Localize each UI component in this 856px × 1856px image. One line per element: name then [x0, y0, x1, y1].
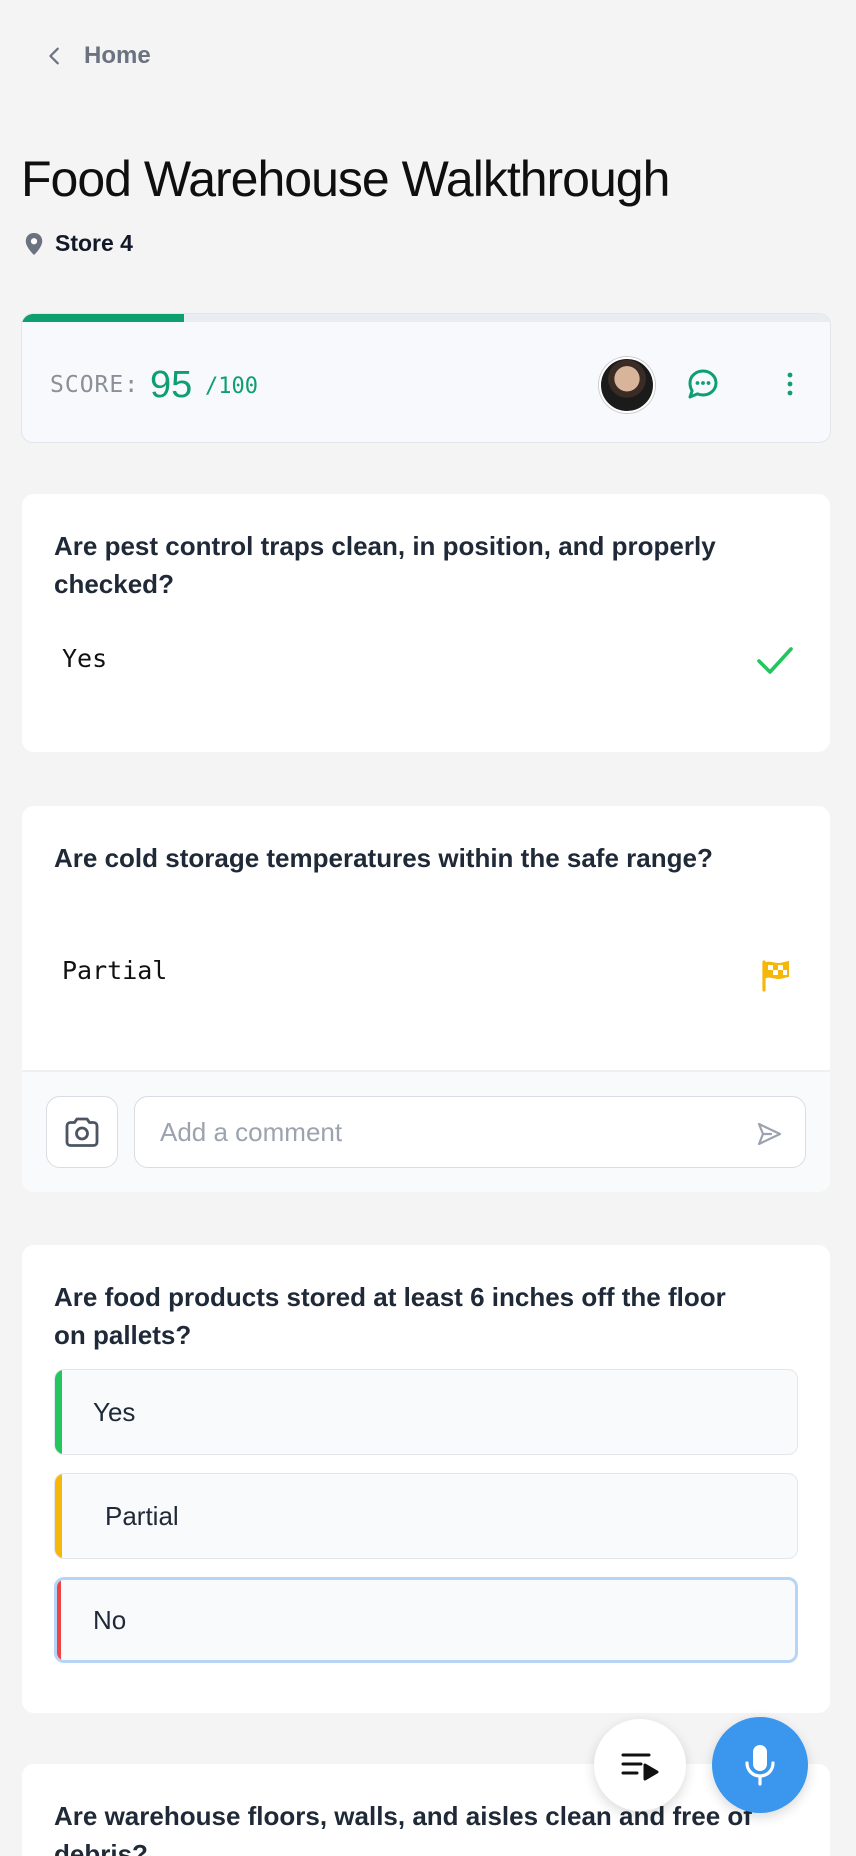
option-partial[interactable]: Partial: [54, 1473, 798, 1559]
question-text: Are cold storage temperatures within the…: [54, 843, 713, 873]
flag-icon: [762, 960, 789, 992]
map-pin-icon: [25, 232, 43, 255]
comment-placeholder: Add a comment: [160, 1116, 343, 1147]
comment-bar: Add a comment: [22, 1070, 830, 1192]
back-label: Home: [84, 42, 151, 69]
chevron-left-icon: [49, 47, 59, 65]
question-card: Are cold storage temperatures within the…: [22, 806, 830, 1192]
score-max: /100: [205, 374, 258, 399]
back-button[interactable]: Home: [44, 42, 151, 70]
location-label: Store 4: [55, 230, 133, 256]
camera-button[interactable]: [46, 1096, 118, 1168]
question-text: Are food products stored at least 6 inch…: [54, 1282, 726, 1350]
chat-icon[interactable]: [685, 366, 721, 402]
microphone-button[interactable]: [712, 1717, 808, 1813]
microphone-icon: [745, 1745, 775, 1786]
question-card: Are food products stored at least 6 inch…: [22, 1245, 830, 1713]
option-stripe: [55, 1474, 62, 1558]
option-stripe: [57, 1580, 61, 1660]
score-progress-fill: [22, 314, 184, 322]
location: Store 4: [23, 230, 133, 257]
send-icon[interactable]: [755, 1120, 783, 1148]
question-text: Are pest control traps clean, in positio…: [54, 531, 716, 599]
playlist-button[interactable]: [594, 1719, 686, 1811]
score-card: SCORE: 95 /100: [21, 313, 831, 443]
more-vertical-icon[interactable]: [772, 366, 808, 402]
option-no[interactable]: No: [54, 1577, 798, 1663]
answer-value[interactable]: Yes: [62, 644, 107, 673]
score-label: SCORE:: [50, 372, 140, 398]
score-value: 95: [150, 364, 193, 406]
comment-input[interactable]: Add a comment: [134, 1096, 806, 1168]
option-stripe: [55, 1370, 62, 1454]
camera-icon: [65, 1117, 99, 1147]
option-label: Yes: [93, 1396, 136, 1427]
score-progress-bar: [22, 314, 830, 322]
option-label: No: [93, 1604, 127, 1635]
option-yes[interactable]: Yes: [54, 1369, 798, 1455]
option-label: Partial: [105, 1500, 179, 1531]
check-icon: [757, 647, 793, 674]
answer-value[interactable]: Partial: [62, 956, 167, 985]
question-card: Are warehouse floors, walls, and aisles …: [22, 1764, 830, 1856]
page-title: Food Warehouse Walkthrough: [21, 151, 670, 207]
playlist-play-icon: [621, 1753, 659, 1781]
question-card: Are pest control traps clean, in positio…: [22, 494, 830, 752]
avatar[interactable]: [599, 357, 655, 413]
